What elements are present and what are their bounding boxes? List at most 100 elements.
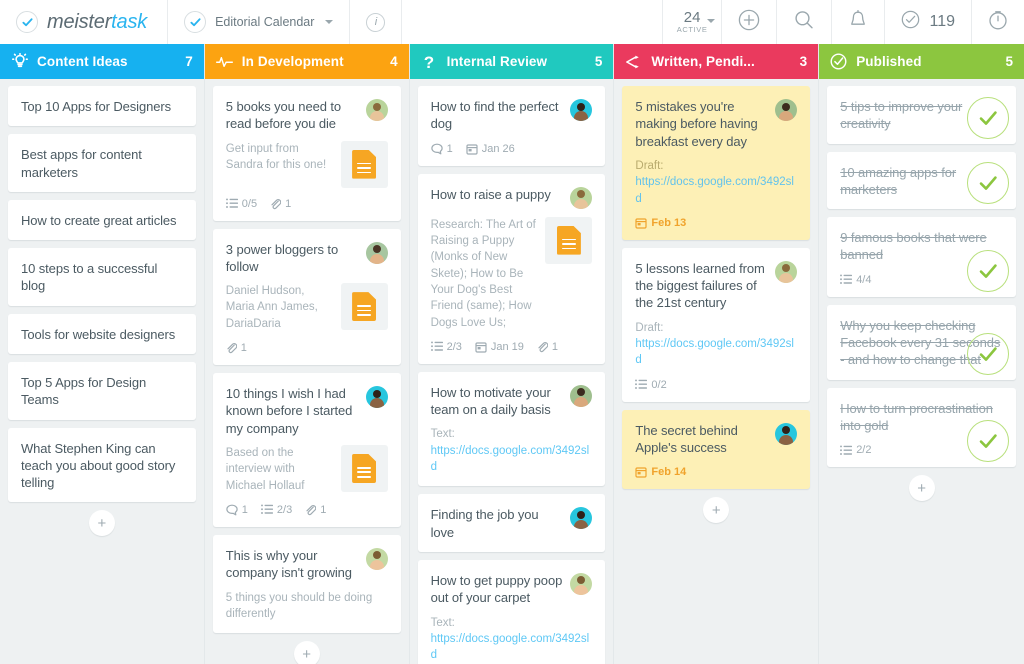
card-description-link[interactable]: https://docs.google.com/3492sld: [431, 445, 590, 473]
task-card[interactable]: Best apps for content marketers: [8, 134, 196, 192]
card-title: How to raise a puppy: [430, 186, 551, 202]
avatar[interactable]: [570, 384, 593, 407]
question-mark-icon: ?: [421, 53, 438, 71]
card-meta-checklist: 0/5: [225, 198, 257, 210]
task-card[interactable]: Why you keep checking Facebook every 31 …: [827, 304, 1016, 380]
task-card[interactable]: Top 5 Apps for Design Teams: [8, 361, 196, 420]
avatar[interactable]: [570, 186, 593, 209]
checklist-icon: [840, 445, 853, 456]
task-card[interactable]: The secret behind Apple's success Feb 14: [622, 409, 811, 490]
avatar[interactable]: [365, 547, 388, 570]
task-card[interactable]: 5 tips to improve your creativity: [827, 86, 1016, 144]
card-attachment-thumbnail[interactable]: [340, 140, 388, 188]
column-card-list: How to find the perfect dog 1 Jan 26 How…: [410, 79, 614, 664]
avatar[interactable]: [570, 99, 593, 121]
task-card[interactable]: 5 mistakes you're making before having b…: [622, 86, 811, 240]
card-description: Draft: https://docs.google.com/3492sld: [635, 320, 797, 369]
attachment-icon: [305, 504, 317, 516]
check-icon: [966, 249, 1009, 292]
brand-logo[interactable]: meistertask: [0, 0, 169, 44]
card-title: The secret behind Apple's success: [635, 422, 738, 455]
task-card[interactable]: 10 amazing apps for marketers: [827, 151, 1016, 210]
avatar[interactable]: [775, 422, 798, 445]
calendar-icon: [635, 217, 647, 229]
google-doc-icon: [556, 225, 581, 255]
avatar-body: [369, 253, 384, 264]
avatar[interactable]: [365, 241, 388, 264]
avatar[interactable]: [775, 260, 798, 283]
card-meta-row: Feb 13: [635, 217, 797, 229]
task-card[interactable]: How to create great articles: [8, 199, 196, 241]
task-card[interactable]: 9 famous books that were banned 4/4: [827, 217, 1016, 297]
time-tracking-button[interactable]: [971, 0, 1024, 44]
column-header[interactable]: ? Internal Review 5: [409, 44, 614, 79]
timer-icon: [988, 10, 1008, 35]
card-meta-calendar: Jan 19: [475, 341, 524, 353]
task-card[interactable]: 5 lessons learned from the biggest failu…: [622, 247, 811, 402]
project-info-button[interactable]: i: [350, 0, 403, 44]
card-meta-value: 1: [446, 142, 453, 155]
task-card[interactable]: 3 power bloggers to follow Daniel Hudson…: [212, 228, 401, 366]
task-card[interactable]: Finding the job you love: [417, 494, 606, 552]
card-description-link[interactable]: https://docs.google.com/3492sld: [635, 176, 794, 204]
card-meta-calendar: Feb 14: [635, 466, 686, 478]
search-button[interactable]: [776, 0, 831, 44]
task-card[interactable]: Tools for website designers: [8, 313, 196, 354]
checklist-icon: [260, 504, 273, 515]
task-card[interactable]: How to get puppy poop out of your carpet…: [417, 559, 606, 664]
task-card[interactable]: 5 books you need to read before you die …: [212, 86, 401, 221]
card-meta-value: 1: [240, 342, 247, 355]
card-attachment-thumbnail[interactable]: [545, 216, 593, 264]
column-header[interactable]: Written, Pendi... 3: [614, 44, 819, 79]
card-description-prefix: Text:: [430, 616, 455, 629]
column-task-count: 4: [390, 54, 398, 69]
notifications-button[interactable]: [831, 0, 884, 44]
plus-circle-icon: [738, 9, 760, 36]
top-bar-right: 24 ACTIVE 119: [661, 0, 1024, 44]
comment-icon: [226, 504, 238, 516]
avatar-body: [574, 198, 589, 209]
plus-icon: +: [917, 479, 926, 497]
add-card-button[interactable]: +: [88, 510, 115, 537]
card-meta-value: Jan 19: [490, 340, 524, 353]
avatar[interactable]: [365, 99, 388, 121]
column-header[interactable]: Content Ideas 7: [0, 44, 204, 79]
lightbulb-icon: [11, 53, 28, 70]
task-card[interactable]: How to motivate your team on a daily bas…: [417, 371, 606, 487]
task-card[interactable]: How to turn procrastination into gold 2/…: [827, 387, 1016, 468]
add-card-button[interactable]: +: [293, 641, 320, 664]
task-card[interactable]: 10 steps to a successful blog: [8, 248, 196, 306]
column-header[interactable]: In Development 4: [204, 44, 409, 79]
task-card[interactable]: 10 things I wish I had known before I st…: [212, 373, 401, 527]
avatar[interactable]: [570, 572, 593, 595]
card-meta-checklist: 4/4: [840, 274, 871, 286]
card-attachment-thumbnail[interactable]: [340, 444, 388, 492]
card-header: 3 power bloggers to follow: [226, 241, 388, 276]
task-card[interactable]: Top 10 Apps for Designers: [8, 86, 196, 127]
add-card-button[interactable]: +: [908, 475, 935, 502]
avatar[interactable]: [570, 507, 593, 530]
task-card[interactable]: How to find the perfect dog 1 Jan 26: [417, 86, 606, 166]
brand-text: meistertask: [47, 11, 147, 34]
card-description-link[interactable]: https://docs.google.com/3492sld: [635, 338, 794, 366]
avatar[interactable]: [365, 386, 388, 409]
card-description-link[interactable]: https://docs.google.com/3492sld: [431, 633, 590, 661]
avatar[interactable]: [775, 99, 798, 121]
add-card-button[interactable]: +: [703, 497, 730, 524]
completed-tasks-button[interactable]: 119: [884, 0, 971, 44]
column-card-list: 5 books you need to read before you die …: [205, 79, 409, 664]
column-title: Published: [856, 54, 922, 69]
card-title: 3 power bloggers to follow: [225, 241, 339, 274]
task-card[interactable]: How to raise a puppy Research: The Art o…: [417, 173, 606, 364]
add-task-button[interactable]: [721, 0, 776, 44]
column-header[interactable]: Published 5: [819, 44, 1024, 79]
project-selector[interactable]: Editorial Calendar: [168, 0, 351, 44]
card-meta-value: 2/2: [856, 444, 872, 457]
completed-tasks-count: 119: [929, 13, 955, 30]
bell-icon: [848, 9, 868, 36]
active-tasks-selector[interactable]: 24 ACTIVE: [661, 0, 722, 44]
task-card[interactable]: This is why your company isn't growing 5…: [212, 534, 401, 634]
board-column-content-ideas: Content Ideas 7 Top 10 Apps for Designers…: [0, 44, 205, 664]
card-attachment-thumbnail[interactable]: [340, 283, 388, 331]
task-card[interactable]: What Stephen King can teach you about go…: [8, 427, 196, 503]
